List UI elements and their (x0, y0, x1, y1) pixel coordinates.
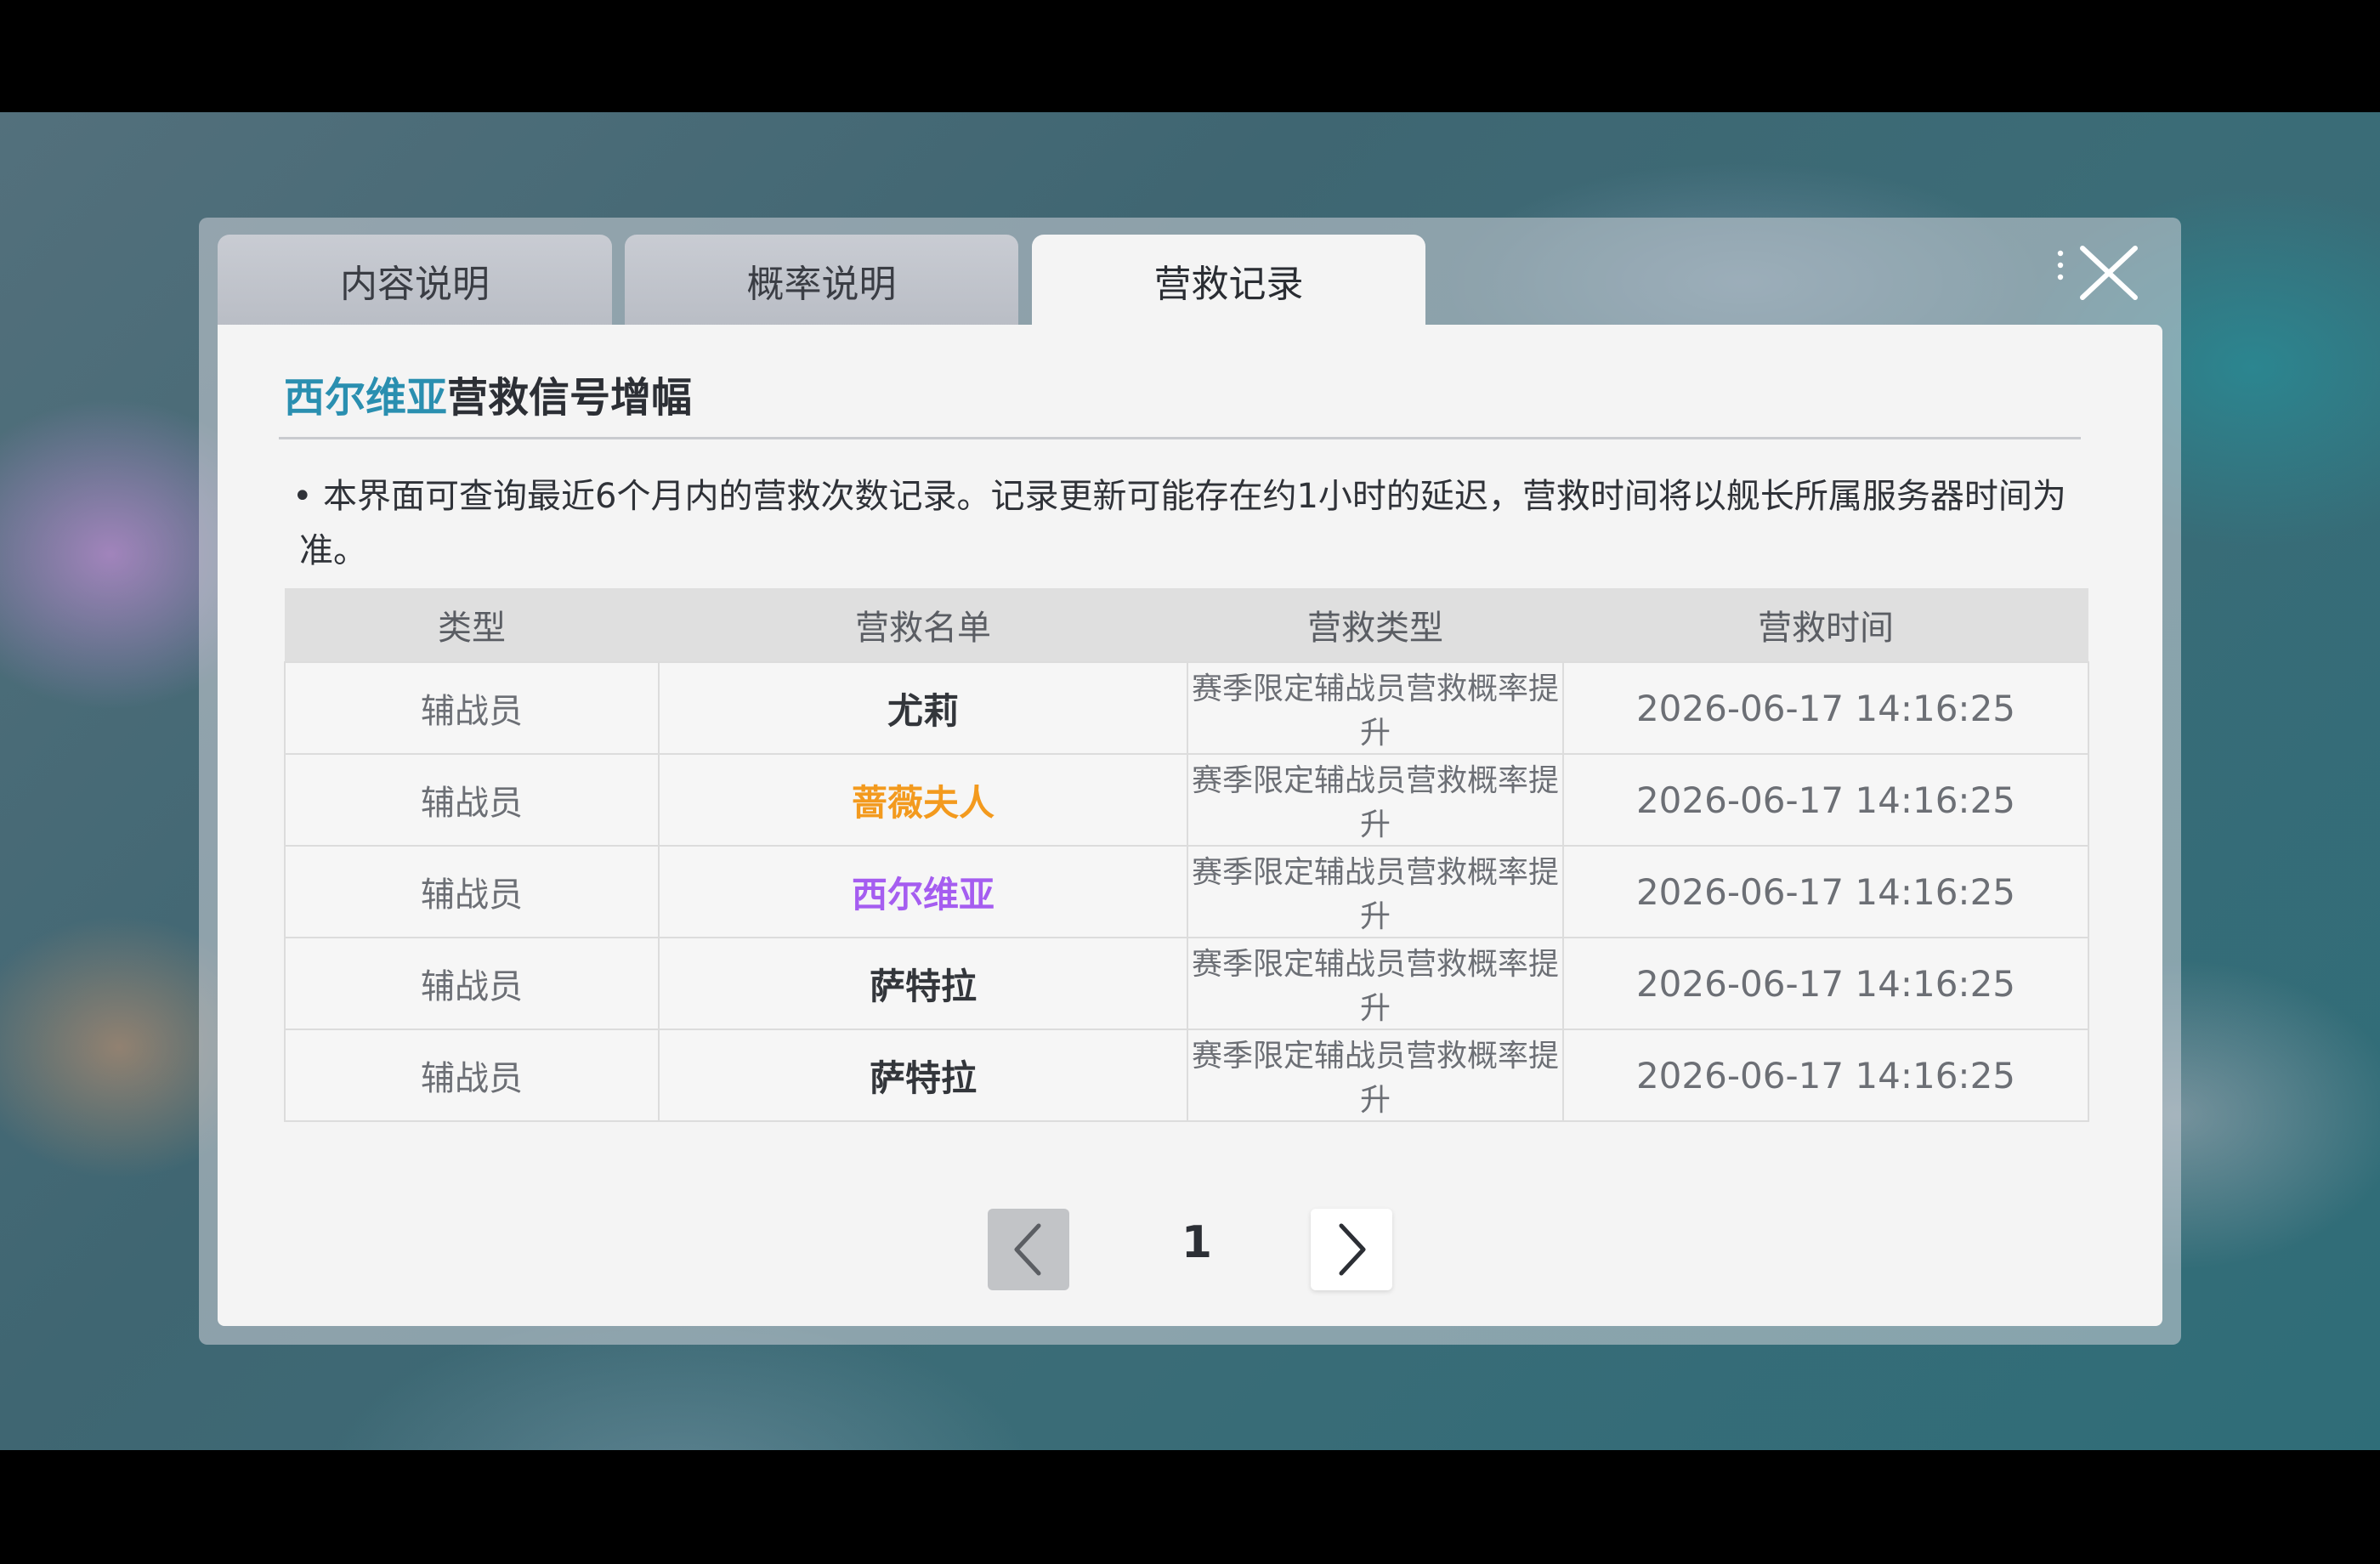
close-icon (2057, 246, 2138, 300)
cell-name: 尤莉 (658, 661, 1188, 755)
tab-content-description[interactable]: 内容说明 (218, 235, 612, 326)
cell-type: 辅战员 (284, 845, 660, 938)
records-table: 类型 营救名单 营救类型 营救时间 辅战员 尤莉 赛季限定辅战员营救概率提升 2… (284, 588, 2089, 1122)
header-type: 类型 (285, 588, 659, 662)
note-text: 本界面可查询最近6个月内的营救次数记录。记录更新可能存在约1小时的延迟，营救时间… (299, 477, 2066, 570)
cell-rescue-type: 赛季限定辅战员营救概率提升 (1187, 845, 1564, 938)
chevron-right-icon (1339, 1223, 1366, 1276)
header-rescue-type: 营救类型 (1187, 588, 1563, 662)
cell-name: 蔷薇夫人 (658, 753, 1188, 847)
cell-rescue-type: 赛季限定辅战员营救概率提升 (1187, 753, 1564, 847)
bullet-icon: • (292, 477, 313, 516)
chevron-left-icon (1014, 1223, 1041, 1276)
divider (279, 437, 2081, 439)
cell-time: 2026-06-17 14:16:25 (1562, 753, 2089, 847)
table-header-row: 类型 营救名单 营救类型 营救时间 (285, 588, 2088, 662)
page-number: 1 (1181, 1217, 1213, 1268)
cell-rescue-type: 赛季限定辅战员营救概率提升 (1187, 1028, 1564, 1122)
table-row: 辅战员 萨特拉 赛季限定辅战员营救概率提升 2026-06-17 14:16:2… (284, 1028, 2089, 1122)
cell-time: 2026-06-17 14:16:25 (1562, 1028, 2089, 1122)
cell-name: 萨特拉 (658, 1028, 1188, 1122)
cell-type: 辅战员 (284, 937, 660, 1030)
cell-type: 辅战员 (284, 1028, 660, 1122)
cell-name: 西尔维亚 (658, 845, 1188, 938)
cell-time: 2026-06-17 14:16:25 (1562, 845, 2089, 938)
table-row: 辅战员 萨特拉 赛季限定辅战员营救概率提升 2026-06-17 14:16:2… (284, 937, 2089, 1030)
tab-probability-description[interactable]: 概率说明 (625, 235, 1018, 326)
tab-label: 营救记录 (1153, 263, 1304, 306)
cell-name: 萨特拉 (658, 937, 1188, 1030)
cell-time: 2026-06-17 14:16:25 (1562, 937, 2089, 1030)
cell-rescue-type: 赛季限定辅战员营救概率提升 (1187, 661, 1564, 755)
table-row: 辅战员 蔷薇夫人 赛季限定辅战员营救概率提升 2026-06-17 14:16:… (284, 753, 2089, 847)
cell-time: 2026-06-17 14:16:25 (1562, 661, 2089, 755)
cell-type: 辅战员 (284, 661, 660, 755)
header-rescue-time: 营救时间 (1563, 588, 2088, 662)
table-row: 辅战员 西尔维亚 赛季限定辅战员营救概率提升 2026-06-17 14:16:… (284, 845, 2089, 938)
close-button[interactable] (2055, 243, 2140, 303)
info-note: • 本界面可查询最近6个月内的营救次数记录。记录更新可能存在约1小时的延迟，营救… (292, 469, 2067, 578)
previous-page-button[interactable] (988, 1209, 1069, 1290)
cell-rescue-type: 赛季限定辅战员营救概率提升 (1187, 937, 1564, 1030)
cell-type: 辅战员 (284, 753, 660, 847)
page-title: 西尔维亚营救信号增幅 (284, 364, 692, 423)
title-accent: 西尔维亚 (284, 374, 448, 422)
table-row: 辅战员 尤莉 赛季限定辅战员营救概率提升 2026-06-17 14:16:25 (284, 661, 2089, 755)
title-rest: 营救信号增幅 (447, 374, 693, 422)
tab-rescue-records[interactable]: 营救记录 (1032, 235, 1425, 326)
tab-label: 内容说明 (340, 263, 490, 306)
next-page-button[interactable] (1311, 1209, 1392, 1290)
tab-label: 概率说明 (746, 263, 897, 306)
header-name: 营救名单 (659, 588, 1187, 662)
